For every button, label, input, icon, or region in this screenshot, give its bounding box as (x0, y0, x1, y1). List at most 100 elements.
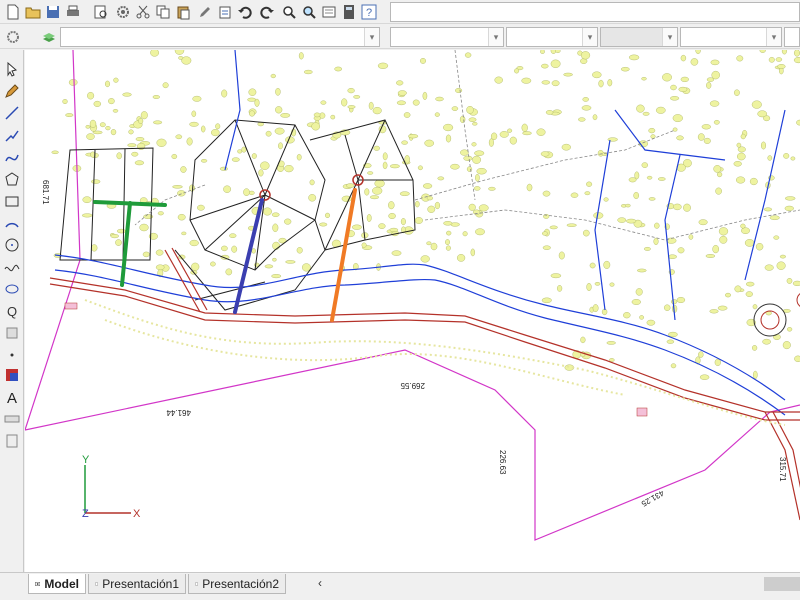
tree-symbol (594, 281, 601, 286)
rectangle-icon[interactable] (3, 192, 21, 210)
tab-model[interactable]: Model (28, 574, 86, 594)
spline-icon[interactable] (3, 148, 21, 166)
tree-symbol (388, 201, 395, 210)
color-select[interactable]: ▾ (390, 27, 504, 47)
command-field[interactable] (390, 2, 800, 22)
wave-icon[interactable] (3, 258, 21, 276)
tree-symbol (115, 239, 122, 246)
horizontal-scrollbar[interactable] (764, 577, 800, 591)
tree-symbol (734, 89, 740, 96)
undo-icon[interactable] (236, 3, 254, 21)
extra-select[interactable] (784, 27, 800, 47)
tree-symbol (430, 242, 438, 251)
save-icon[interactable] (44, 3, 62, 21)
calculator-icon[interactable] (340, 3, 358, 21)
tree-symbol (110, 129, 117, 136)
tree-symbol (382, 152, 388, 161)
text-icon[interactable]: A (3, 388, 21, 406)
tree-symbol (82, 213, 93, 218)
tree-symbol (584, 191, 591, 196)
tree-symbol (466, 106, 474, 114)
layers-icon[interactable] (40, 28, 58, 46)
layout-tabs: Model Presentación1 Presentación2 ‹ (0, 572, 800, 600)
tree-symbol (152, 95, 160, 99)
print-icon[interactable] (64, 3, 82, 21)
stamp-icon[interactable] (3, 324, 21, 342)
scissors-icon[interactable] (134, 3, 152, 21)
tree-symbol (460, 149, 469, 156)
tree-symbol (138, 118, 144, 124)
tree-symbol (382, 161, 388, 170)
tree-symbol (472, 155, 481, 164)
tree-symbol (443, 221, 453, 226)
tree-symbol (607, 79, 613, 87)
tree-symbol (666, 339, 675, 344)
tree-symbol (99, 122, 106, 128)
tree-symbol (783, 153, 790, 159)
tree-symbol (705, 254, 716, 258)
tree-symbol (725, 292, 732, 298)
tree-symbol (248, 190, 255, 195)
tree-symbol (128, 129, 134, 135)
pencil-icon[interactable] (3, 82, 21, 100)
zoom-window-icon[interactable] (300, 3, 318, 21)
tree-symbol (580, 336, 586, 344)
tree-symbol (623, 312, 631, 319)
tree-symbol (251, 153, 257, 159)
tree-symbol (404, 155, 410, 164)
clipboard-icon[interactable] (216, 3, 234, 21)
tree-symbol (636, 104, 645, 113)
scroll-left-button[interactable]: ‹ (318, 576, 330, 592)
zoom-icon[interactable] (280, 3, 298, 21)
tree-symbol (309, 179, 315, 186)
tree-symbol (427, 205, 436, 213)
tree-symbol (580, 51, 591, 60)
tree-symbol (644, 246, 651, 251)
gear-icon[interactable] (114, 3, 132, 21)
dimension-icon[interactable] (3, 410, 21, 428)
tree-symbol (219, 166, 228, 171)
linetype-select[interactable]: ▾ (506, 27, 598, 47)
lineweight-select[interactable]: ▾ (600, 27, 678, 47)
copy-icon[interactable] (154, 3, 172, 21)
print-preview-icon[interactable] (92, 3, 110, 21)
tree-symbol (761, 141, 767, 150)
polyline-icon[interactable] (3, 126, 21, 144)
tree-symbol (248, 88, 257, 96)
tree-symbol (741, 227, 750, 234)
tree-symbol (424, 139, 435, 147)
tab-presentacion1[interactable]: Presentación1 (88, 574, 186, 594)
zoom-text-icon[interactable]: Q (3, 302, 21, 320)
tree-symbol (617, 217, 627, 223)
dot-icon[interactable] (3, 346, 21, 364)
dimension-label: 269.55 (400, 381, 425, 390)
drawing-canvas[interactable]: 681.71 461.44 269.55 226.63 431.25 315.7… (25, 50, 800, 572)
tree-symbol (396, 80, 404, 86)
new-file-icon[interactable] (4, 3, 22, 21)
tree-symbol (796, 119, 800, 126)
tree-symbol (719, 235, 728, 244)
tab-presentacion2[interactable]: Presentación2 (188, 574, 286, 594)
plotstyle-select[interactable]: ▾ (680, 27, 782, 47)
tree-symbol (755, 242, 764, 251)
tree-symbol (740, 133, 746, 140)
tree-symbol (764, 207, 773, 212)
layer-settings-icon[interactable] (4, 28, 22, 46)
tree-symbol (555, 50, 561, 53)
properties-icon[interactable] (320, 3, 338, 21)
open-folder-icon[interactable] (24, 3, 42, 21)
circle-icon[interactable] (3, 236, 21, 254)
pointer-icon[interactable] (3, 60, 21, 78)
help-icon[interactable]: ? (360, 3, 378, 21)
ellipse-icon[interactable] (3, 280, 21, 298)
redo-icon[interactable] (258, 3, 276, 21)
polygon-icon[interactable] (3, 170, 21, 188)
paste-icon[interactable] (174, 3, 192, 21)
line-icon[interactable] (3, 104, 21, 122)
tree-symbol (633, 191, 640, 199)
block-icon[interactable] (3, 432, 21, 450)
arc-icon[interactable] (3, 214, 21, 232)
layer-select[interactable]: ▾ (60, 27, 380, 47)
fill-icon[interactable] (3, 366, 21, 384)
pencil-icon[interactable] (196, 3, 214, 21)
